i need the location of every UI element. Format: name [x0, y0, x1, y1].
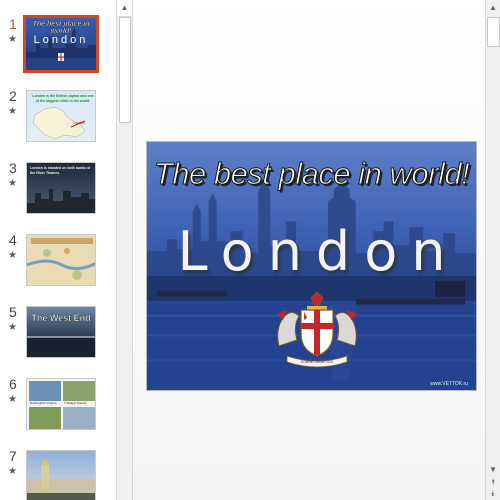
watermark-text: www.VETTOK.ru: [430, 381, 468, 387]
slide-number: 6: [9, 376, 17, 392]
slide-number: 3: [9, 160, 17, 176]
slide-preview: The West End: [26, 306, 96, 358]
scroll-down-arrow-icon[interactable]: ▼: [486, 463, 500, 477]
crest-icon: [58, 53, 64, 61]
photo-caption: Buckingham Palace: [30, 401, 57, 405]
palace-image: [27, 460, 95, 500]
scrollbar-thumb[interactable]: [487, 17, 500, 47]
scrollbar-thumb[interactable]: [119, 17, 131, 123]
slide-preview: [26, 450, 96, 500]
slide-thumbnail-5[interactable]: 5 ★ The West End: [0, 304, 116, 374]
animation-star-icon: ★: [8, 178, 17, 189]
slide-editor-area[interactable]: The best place in world! London DOMINE D…: [134, 0, 485, 500]
slide-thumbnail-1[interactable]: 1 ★ The best place in world! London: [0, 15, 116, 86]
thumb-subtitle: London: [33, 34, 89, 46]
scroll-up-arrow-icon[interactable]: ▲: [117, 0, 132, 17]
slide-number: 2: [9, 88, 17, 104]
slide-preview: [26, 234, 96, 286]
animation-star-icon: ★: [8, 250, 17, 261]
animation-star-icon: ★: [8, 106, 17, 117]
animation-star-icon: ★: [8, 34, 17, 45]
slide-thumbnail-4[interactable]: 4 ★: [0, 232, 116, 302]
old-map-image: [27, 238, 95, 280]
slide-number: 5: [9, 304, 17, 320]
photo-caption: Trafalgar Square: [64, 401, 87, 405]
thumbnail-scrollbar[interactable]: ▲: [116, 0, 133, 500]
editor-scrollbar[interactable]: ▲ ▼ ⯭ ⯯: [485, 0, 500, 500]
crest-motto: DOMINE DIRIGE NOS: [301, 360, 333, 364]
animation-star-icon: ★: [8, 394, 17, 405]
west-end-image: [27, 336, 95, 357]
slide-thumbnail-6[interactable]: 6 ★ Buckingham Palace Trafalgar Square: [0, 376, 116, 446]
slide-number: 1: [9, 16, 17, 32]
animation-star-icon: ★: [8, 322, 17, 333]
slide-thumbnail-7[interactable]: 7 ★: [0, 448, 116, 500]
slide-thumbnail-3[interactable]: 3 ★ London is situated on both banks of …: [0, 160, 116, 230]
current-slide[interactable]: The best place in world! London DOMINE D…: [146, 141, 477, 391]
animation-star-icon: ★: [8, 466, 17, 477]
slide-preview: Buckingham Palace Trafalgar Square: [26, 378, 96, 430]
city-of-london-crest-icon: DOMINE DIRIGE NOS: [277, 291, 357, 368]
slide-preview: London is situated on both banks of the …: [26, 162, 96, 214]
next-slide-icon[interactable]: ⯯: [486, 489, 500, 499]
slide-number: 7: [9, 448, 17, 464]
slide-preview: London is the British capital and one of…: [26, 90, 96, 142]
city-image: [27, 189, 95, 213]
slide-subtitle[interactable]: London: [147, 220, 476, 283]
slide-thumbnail-pane[interactable]: 1 ★ The best place in world! London 2 ★ …: [0, 0, 116, 500]
slide-preview: The best place in world! London: [23, 15, 99, 73]
map-label: London: [73, 121, 85, 125]
slide-title[interactable]: The best place in world!: [147, 156, 476, 192]
previous-slide-icon[interactable]: ⯭: [486, 478, 500, 488]
slide-thumbnail-2[interactable]: 2 ★ London is the British capital and on…: [0, 88, 116, 158]
uk-map-image: [32, 106, 86, 140]
scroll-up-arrow-icon[interactable]: ▲: [486, 0, 500, 16]
thumb-title: The best place in world!: [32, 21, 90, 35]
slide-number: 4: [9, 232, 17, 248]
